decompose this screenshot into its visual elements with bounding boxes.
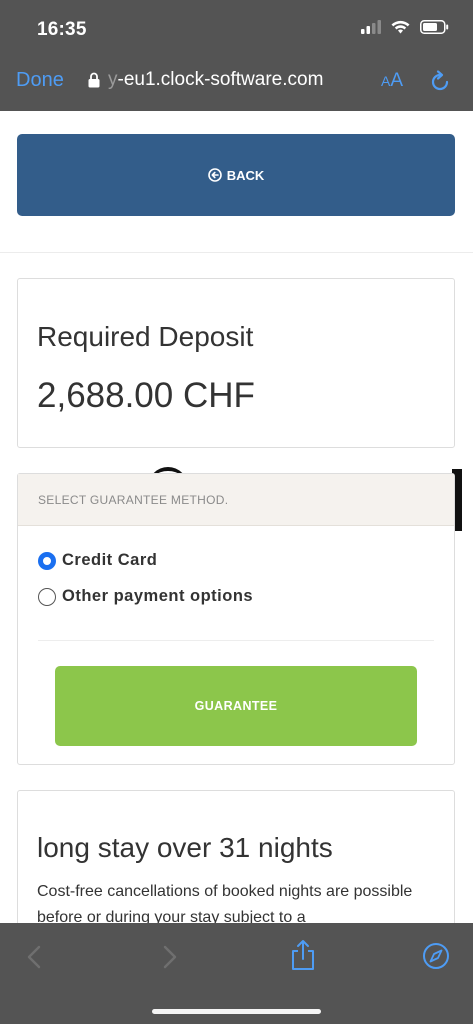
page-content: BACK Required Deposit 2,688.00 CHF SELEC…	[0, 111, 473, 923]
text-size-button[interactable]: AA	[381, 70, 403, 92]
radio-label: Other payment options	[62, 587, 254, 605]
guarantee-card: SELECT GUARANTEE METHOD. Credit Card Oth…	[17, 473, 455, 765]
radio-label: Credit Card	[62, 551, 158, 569]
radio-button-selected[interactable]	[38, 551, 56, 570]
deposit-card: Required Deposit 2,688.00 CHF	[17, 278, 455, 448]
deposit-amount: 2,688.00 CHF	[37, 376, 255, 415]
chevron-left-icon[interactable]	[26, 944, 42, 970]
stay-policy-card: long stay over 31 nights Cost-free cance…	[17, 790, 455, 923]
share-icon[interactable]	[289, 938, 317, 972]
chevron-right-icon[interactable]	[162, 944, 178, 970]
divider	[0, 252, 473, 253]
radio-other-payment[interactable]: Other payment options	[38, 587, 253, 606]
url-faded-text: y	[108, 69, 118, 90]
guarantee-header-text: SELECT GUARANTEE METHOD.	[38, 493, 229, 507]
battery-icon	[420, 20, 449, 34]
browser-url-bar: Done y-eu1.clock-software.com AA	[0, 58, 473, 111]
lock-icon	[88, 72, 100, 88]
signal-icon	[361, 20, 381, 34]
guarantee-button[interactable]: GUARANTEE	[55, 666, 417, 746]
deposit-title: Required Deposit	[37, 321, 254, 352]
text-size-large-label: A	[390, 70, 404, 91]
status-icons	[361, 20, 449, 34]
radio-button-unselected[interactable]	[38, 587, 56, 606]
wifi-icon	[391, 20, 410, 34]
stay-description: Cost-free cancellations of booked nights…	[37, 883, 413, 923]
status-bar: 16:35	[0, 0, 473, 58]
done-button[interactable]: Done	[16, 69, 64, 92]
back-label: BACK	[226, 167, 265, 183]
compass-icon[interactable]	[422, 942, 450, 970]
divider	[38, 640, 434, 641]
url-domain-text: -eu1.clock-software.com	[117, 69, 324, 90]
circle-left-arrow-icon	[207, 168, 222, 182]
stay-title: long stay over 31 nights	[37, 832, 333, 863]
address-field[interactable]: y-eu1.clock-software.com	[88, 69, 323, 91]
guarantee-header: SELECT GUARANTEE METHOD.	[18, 474, 454, 526]
status-time: 16:35	[37, 19, 87, 40]
url-text: y-eu1.clock-software.com	[108, 69, 323, 91]
reload-icon[interactable]	[427, 69, 453, 95]
home-indicator	[152, 1009, 321, 1014]
back-button[interactable]: BACK	[17, 134, 455, 216]
radio-credit-card[interactable]: Credit Card	[38, 551, 157, 570]
text-size-small-label: A	[381, 73, 391, 89]
